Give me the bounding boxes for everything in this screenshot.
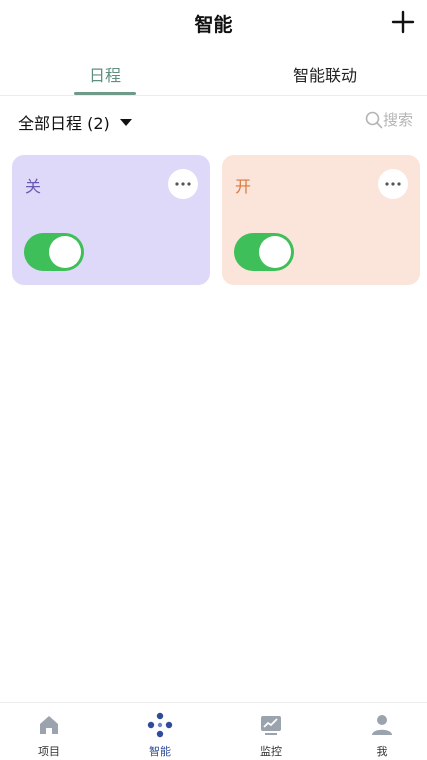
filter-label: 全部日程 (2)	[18, 114, 110, 133]
tab-schedule[interactable]: 日程	[89, 62, 121, 86]
smart-dots-icon	[147, 712, 173, 738]
nav-label: 监控	[260, 745, 282, 758]
nav-label: 项目	[38, 745, 60, 758]
header: 智能	[0, 0, 427, 46]
nav-item-monitor[interactable]: 监控	[241, 711, 301, 759]
schedule-toggle[interactable]	[234, 233, 294, 271]
more-dots-icon	[385, 182, 401, 186]
nav-item-projects[interactable]: 项目	[19, 711, 79, 759]
schedule-filter-dropdown[interactable]: 全部日程 (2)	[18, 110, 132, 134]
bottom-nav: 项目 智能 监控 我	[0, 702, 427, 760]
toggle-knob	[49, 236, 81, 268]
more-dots-icon	[175, 182, 191, 186]
schedule-toggle[interactable]	[24, 233, 84, 271]
nav-label: 智能	[149, 745, 171, 758]
search-icon	[365, 111, 383, 128]
tab-active-indicator	[74, 92, 136, 95]
card-label: 开	[235, 177, 252, 196]
nav-label: 我	[376, 745, 388, 758]
add-button[interactable]	[389, 8, 417, 36]
schedule-card-off[interactable]: 关	[12, 155, 210, 285]
search-button[interactable]: 搜索	[365, 109, 413, 130]
user-icon	[372, 715, 392, 735]
tab-bar: 日程 智能联动	[0, 52, 427, 96]
nav-item-smart[interactable]: 智能	[130, 711, 190, 759]
home-icon	[40, 716, 58, 734]
caret-down-icon	[119, 118, 132, 126]
nav-item-me[interactable]: 我	[352, 711, 412, 759]
more-options-button[interactable]	[168, 169, 198, 199]
schedule-card-on[interactable]: 开	[222, 155, 420, 285]
page-title: 智能	[194, 14, 233, 36]
toggle-knob	[259, 236, 291, 268]
filter-row: 全部日程 (2) 搜索	[0, 100, 427, 140]
more-options-button[interactable]	[378, 169, 408, 199]
search-label: 搜索	[382, 111, 413, 129]
monitor-chart-icon	[261, 716, 281, 735]
card-label: 关	[25, 177, 42, 196]
tab-smart-linkage[interactable]: 智能联动	[293, 62, 357, 86]
plus-icon	[391, 10, 415, 34]
